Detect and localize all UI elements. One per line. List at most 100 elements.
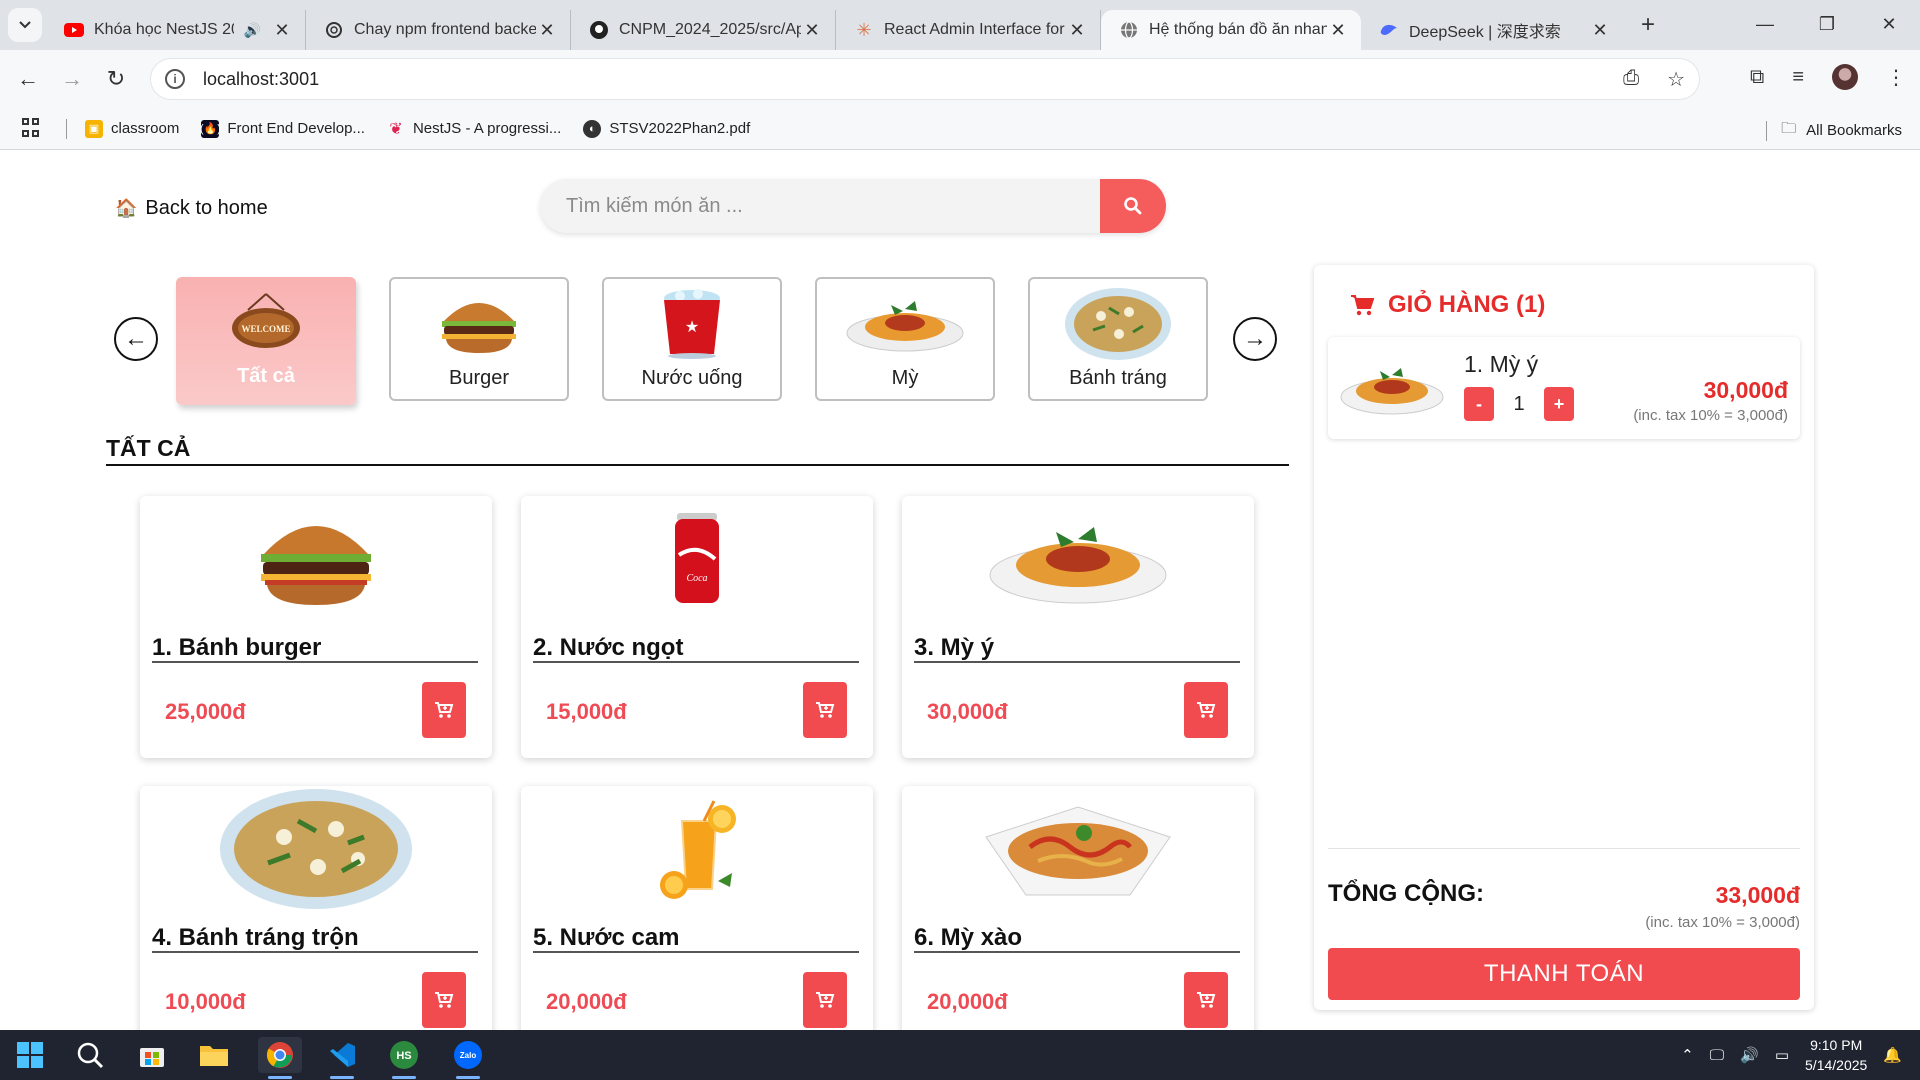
product-card[interactable]: 4. Bánh tráng trộn 10,000đ (140, 786, 492, 1048)
search-button[interactable] (1100, 179, 1166, 233)
bookmark-item[interactable]: (🔥) Front End Develop... (200, 119, 365, 138)
windows-start-icon[interactable] (8, 1037, 52, 1073)
category-noodles[interactable]: Mỳ (815, 277, 995, 401)
add-to-cart-button[interactable] (422, 682, 466, 738)
product-card[interactable]: Coca 2. Nước ngọt 15,000đ (521, 496, 873, 758)
cart-plus-icon (435, 992, 454, 1008)
bookmark-item[interactable]: ▣ classroom (85, 119, 179, 138)
store-icon[interactable] (130, 1037, 174, 1073)
spaghetti-image (902, 500, 1254, 618)
hs-app-icon[interactable]: HS (382, 1037, 426, 1079)
category-all[interactable]: WELCOME Tất cả (176, 277, 356, 405)
apps-grid-icon[interactable] (22, 117, 44, 140)
section-title: TẤT CẢ (106, 435, 191, 461)
divider (914, 661, 1240, 663)
tab-search-button[interactable] (8, 8, 42, 42)
divider (533, 951, 859, 953)
profile-avatar[interactable] (1832, 64, 1858, 90)
divider (1766, 120, 1768, 141)
product-card[interactable]: 6. Mỳ xào 20,000đ (902, 786, 1254, 1048)
product-card[interactable]: 1. Bánh burger 25,000đ (140, 496, 492, 758)
site-info-icon[interactable]: i (165, 69, 185, 89)
bookmark-item[interactable]: ◐ STSV2022Phan2.pdf (583, 119, 750, 138)
cart-title: GIỎ HÀNG (1) (1388, 291, 1546, 318)
category-burger[interactable]: Burger (389, 277, 569, 401)
close-window-icon[interactable]: ✕ (1858, 0, 1920, 48)
category-label: Nước uống (641, 367, 743, 389)
browser-tab-bar: Khóa học NestJS 2024 🔊 ✕ Chay npm fronte… (0, 0, 1920, 50)
new-tab-icon[interactable]: + (1641, 11, 1655, 39)
close-tab-icon[interactable]: ✕ (801, 20, 823, 41)
category-rice-paper[interactable]: Bánh tráng (1028, 277, 1208, 401)
minimize-icon[interactable]: ― (1734, 0, 1796, 48)
chrome-icon[interactable] (258, 1037, 302, 1079)
network-icon[interactable]: 🖵 (1710, 1047, 1724, 1064)
volume-icon[interactable]: 🔊 (1740, 1046, 1759, 1064)
zalo-icon[interactable]: Zalo (446, 1037, 490, 1079)
back-to-home-label: Back to home (145, 197, 268, 219)
carousel-next-button[interactable]: → (1233, 317, 1277, 361)
checkout-button[interactable]: THANH TOÁN (1328, 948, 1800, 1000)
browser-tab[interactable]: CNPM_2024_2025/src/App ✕ (571, 10, 836, 50)
battery-icon[interactable]: ▭ (1775, 1046, 1789, 1064)
add-to-cart-button[interactable] (1184, 972, 1228, 1028)
browser-tab-active[interactable]: Hệ thống bán đồ ăn nhanh ✕ (1101, 10, 1361, 50)
close-tab-icon[interactable]: ✕ (536, 20, 558, 41)
section-divider (106, 464, 1289, 466)
shopping-cart-icon (1351, 295, 1374, 316)
vscode-icon[interactable] (320, 1037, 364, 1079)
chevron-up-icon[interactable]: ⌃ (1681, 1046, 1694, 1064)
add-to-cart-button[interactable] (803, 682, 847, 738)
close-tab-icon[interactable]: ✕ (1589, 20, 1611, 41)
product-card[interactable]: 5. Nước cam 20,000đ (521, 786, 873, 1048)
speaker-icon[interactable]: 🔊 (244, 22, 261, 39)
reload-icon[interactable]: ↻ (94, 66, 138, 92)
add-to-cart-button[interactable] (1184, 682, 1228, 738)
burger-image (434, 283, 524, 365)
menu-kebab-icon[interactable]: ⋮ (1886, 65, 1906, 90)
browser-tab[interactable]: Chay npm frontend backend ✕ (306, 10, 571, 50)
notification-bell-icon[interactable]: 🔔 (1883, 1046, 1902, 1064)
increase-qty-button[interactable]: + (1544, 387, 1574, 421)
file-explorer-icon[interactable] (192, 1037, 236, 1073)
tab-title: DeepSeek | 深度求索 (1409, 24, 1561, 41)
back-arrow-icon[interactable]: ← (6, 66, 50, 92)
all-bookmarks[interactable]: 🗀 All Bookmarks (1766, 118, 1902, 143)
close-tab-icon[interactable]: ✕ (271, 20, 293, 41)
globe-icon (1119, 20, 1139, 40)
carousel-prev-button[interactable]: ← (114, 317, 158, 361)
browser-tab[interactable]: DeepSeek | 深度求索 ✕ (1361, 10, 1623, 50)
clock[interactable]: 9:10 PM 5/14/2025 (1805, 1035, 1867, 1075)
tab-title: React Admin Interface for (884, 21, 1065, 38)
restore-icon[interactable]: ❐ (1796, 0, 1858, 48)
welcome-sign-image: WELCOME (226, 281, 306, 363)
product-card[interactable]: 3. Mỳ ý 30,000đ (902, 496, 1254, 758)
browser-tab[interactable]: ✳ React Admin Interface for ✕ (836, 10, 1101, 50)
bookmarks-bar: ▣ classroom (🔥) Front End Develop... ❦ N… (0, 108, 1920, 150)
product-price: 10,000đ (165, 989, 246, 1014)
extensions-icon[interactable]: ⧉ (1750, 66, 1764, 89)
close-tab-icon[interactable]: ✕ (1327, 20, 1349, 41)
back-to-home-link[interactable]: 🏠 Back to home (115, 197, 268, 220)
search-icon[interactable] (68, 1037, 112, 1073)
burger-image (140, 500, 492, 618)
media-control-icon[interactable]: ≡ (1792, 66, 1804, 89)
category-drinks[interactable]: ★ Nước uống (602, 277, 782, 401)
deepseek-icon (1379, 20, 1399, 40)
url-text[interactable]: localhost:3001 (203, 69, 319, 90)
url-bar[interactable]: i localhost:3001 ⎙ ☆ (150, 58, 1700, 100)
add-to-cart-button[interactable] (803, 972, 847, 1028)
search-input[interactable] (540, 179, 1080, 233)
bookmark-item[interactable]: ❦ NestJS - A progressi... (387, 120, 561, 138)
clock-date: 5/14/2025 (1805, 1057, 1868, 1073)
bookmark-star-icon[interactable]: ☆ (1667, 67, 1685, 92)
close-tab-icon[interactable]: ✕ (1066, 20, 1088, 41)
spaghetti-image (1340, 357, 1444, 419)
install-app-icon[interactable]: ⎙ (1623, 67, 1639, 92)
window-controls: ― ❐ ✕ (1734, 0, 1920, 48)
forward-arrow-icon[interactable]: → (50, 66, 94, 92)
product-name: 4. Bánh tráng trộn (152, 924, 359, 951)
browser-tab[interactable]: Khóa học NestJS 2024 🔊 ✕ (46, 10, 306, 50)
add-to-cart-button[interactable] (422, 972, 466, 1028)
decrease-qty-button[interactable]: - (1464, 387, 1494, 421)
